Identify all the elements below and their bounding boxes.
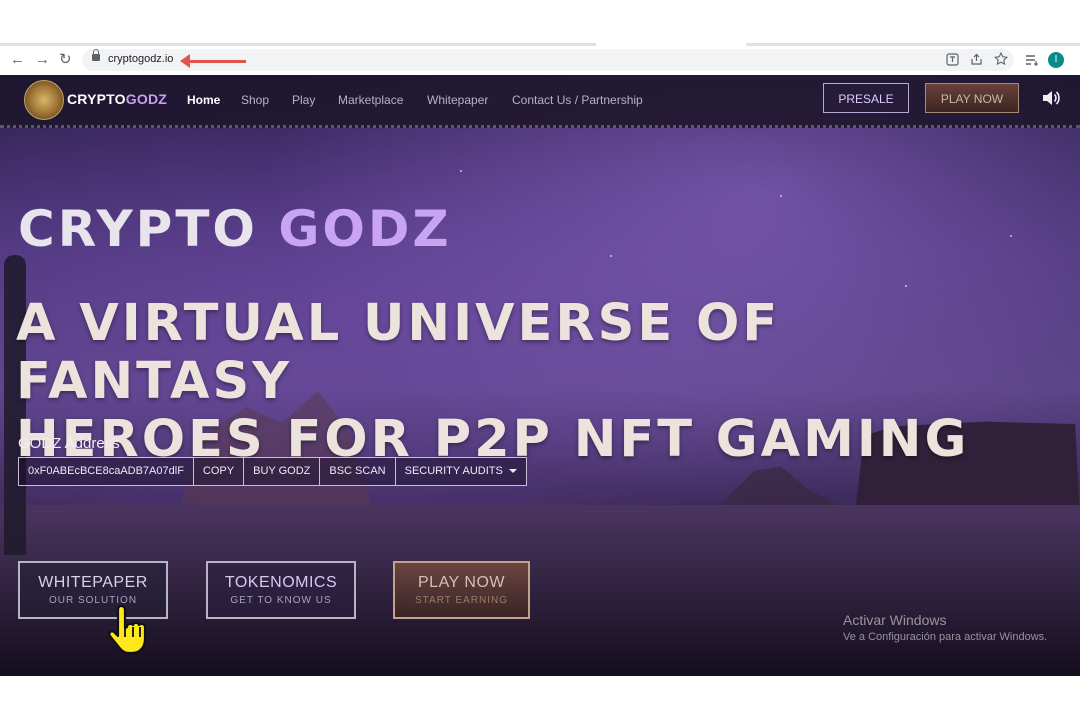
- contract-address[interactable]: 0xF0ABEcBCE8caADB7A07dlF: [19, 458, 194, 485]
- address-label: GODZ Address: [18, 435, 120, 452]
- windows-activation-title: Activar Windows: [843, 612, 947, 628]
- lock-icon: [92, 49, 100, 61]
- browser-toolbar: ← → ↻ cryptogodz.io I: [0, 46, 1080, 76]
- nav-shop[interactable]: Shop: [241, 93, 269, 107]
- brand-name[interactable]: CRYPTOGODZ: [67, 91, 167, 107]
- presale-button[interactable]: PRESALE: [823, 83, 909, 113]
- nav-marketplace[interactable]: Marketplace: [338, 93, 403, 107]
- nav-play[interactable]: Play: [292, 93, 315, 107]
- website-viewport: CRYPTOGODZ Home Shop Play Marketplace Wh…: [0, 75, 1080, 676]
- bsc-scan-button[interactable]: BSC SCAN: [320, 458, 396, 485]
- hero-tagline: A VIRTUAL UNIVERSE OF FANTASY HEROES FOR…: [16, 295, 1056, 469]
- star: [460, 170, 462, 172]
- play-now-sublabel: START EARNING: [414, 595, 508, 606]
- star: [1010, 235, 1012, 237]
- url-text[interactable]: cryptogodz.io: [108, 53, 173, 65]
- nav-whitepaper[interactable]: Whitepaper: [427, 93, 488, 107]
- screenshot-top-margin: [0, 0, 1080, 44]
- hero-title: CRYPTO GODZ: [18, 200, 452, 258]
- caret-down-icon: [508, 469, 517, 474]
- profile-avatar[interactable]: I: [1048, 52, 1064, 68]
- security-audits-label: SECURITY AUDITS: [404, 465, 503, 477]
- tokenomics-sublabel: GET TO KNOW US: [230, 595, 332, 606]
- nav-contact-partnership[interactable]: Contact Us / Partnership: [512, 93, 643, 107]
- security-audits-dropdown[interactable]: SECURITY AUDITS: [396, 458, 526, 485]
- tagline-line-1: A VIRTUAL UNIVERSE OF FANTASY: [16, 294, 781, 411]
- forward-icon[interactable]: →: [35, 52, 50, 68]
- share-icon[interactable]: [970, 53, 983, 66]
- play-now-hero-button[interactable]: PLAY NOW START EARNING: [393, 561, 530, 619]
- star: [780, 195, 782, 197]
- pointer-hand-icon: [108, 604, 147, 655]
- nav-home[interactable]: Home: [187, 93, 220, 107]
- tokenomics-button[interactable]: TOKENOMICS GET TO KNOW US: [206, 561, 356, 619]
- speaker-icon[interactable]: [1041, 88, 1061, 108]
- star: [610, 255, 612, 257]
- reading-list-icon[interactable]: [1025, 54, 1039, 66]
- back-icon[interactable]: ←: [10, 52, 25, 68]
- star: [905, 285, 907, 287]
- whitepaper-label: WHITEPAPER: [38, 574, 148, 591]
- buy-godz-button[interactable]: BUY GODZ: [244, 458, 321, 485]
- bookmark-star-icon[interactable]: [994, 52, 1008, 66]
- translate-icon[interactable]: [946, 53, 959, 66]
- copy-button[interactable]: COPY: [194, 458, 245, 485]
- reload-icon[interactable]: ↻: [59, 52, 72, 68]
- tokenomics-label: TOKENOMICS: [224, 574, 338, 591]
- address-bar-group: 0xF0ABEcBCE8caADB7A07dlF COPY BUY GODZ B…: [18, 457, 527, 486]
- cryptogodz-logo[interactable]: [24, 80, 64, 120]
- site-navbar: CRYPTOGODZ Home Shop Play Marketplace Wh…: [0, 75, 1080, 128]
- windows-activation-subtitle: Ve a Configuración para activar Windows.: [843, 631, 1048, 643]
- annotation-arrow: [180, 54, 246, 68]
- play-now-nav-button[interactable]: PLAY NOW: [925, 83, 1019, 113]
- play-now-label: PLAY NOW: [418, 574, 505, 591]
